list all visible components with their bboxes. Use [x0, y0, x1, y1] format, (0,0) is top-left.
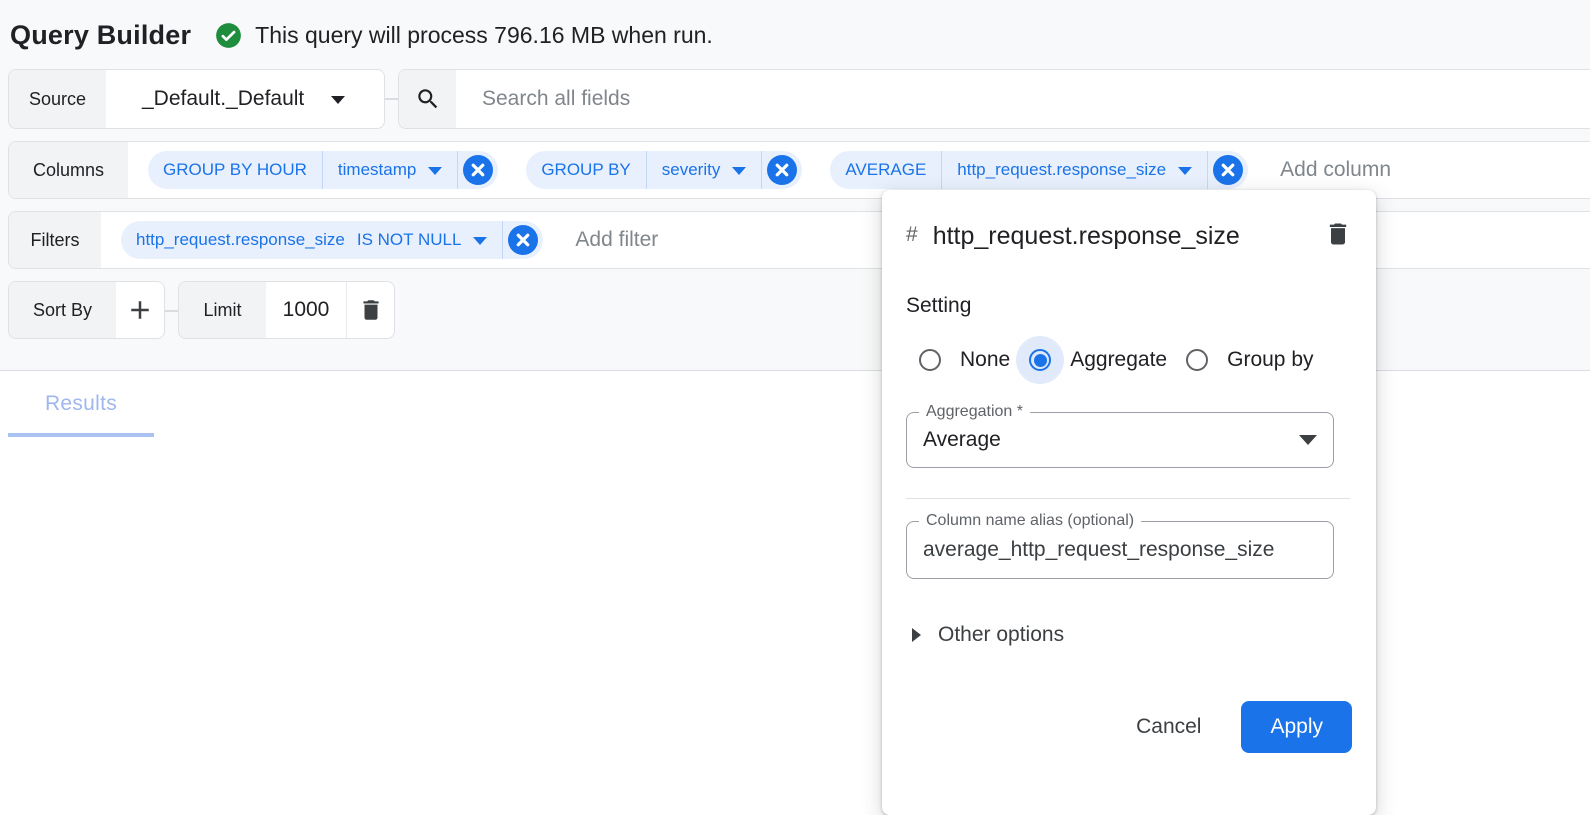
radio-halo	[1016, 336, 1064, 384]
limit-row: Limit 1000	[178, 281, 395, 339]
radio-label: None	[960, 348, 1010, 372]
chip-prefix: GROUP BY	[541, 160, 630, 180]
results-tab-label: Results	[45, 392, 117, 416]
search-input[interactable]	[456, 70, 1590, 128]
chip-separator	[1207, 151, 1208, 189]
query-status-message: This query will process 796.16 MB when r…	[255, 22, 713, 49]
row-connector	[165, 310, 178, 312]
chip-separator	[502, 221, 503, 259]
source-label: Source	[9, 70, 106, 128]
radio-aggregate[interactable]: Aggregate	[1016, 336, 1173, 384]
chevron-down-icon	[732, 167, 746, 175]
chip-field: http_request.response_size	[136, 230, 345, 250]
check-circle-icon	[215, 22, 242, 49]
radio-selected-dot	[1034, 354, 1047, 367]
chip-aggregation-segment[interactable]: GROUP BY	[526, 151, 645, 189]
filters-chip-area: http_request.response_size IS NOT NULL A…	[101, 212, 658, 268]
chip-prefix: AVERAGE	[845, 160, 926, 180]
expand-right-icon	[912, 628, 921, 642]
chip-field-segment[interactable]: severity	[647, 151, 762, 189]
chevron-down-icon	[1178, 167, 1192, 175]
apply-button[interactable]: Apply	[1241, 701, 1352, 753]
chevron-down-icon	[428, 167, 442, 175]
columns-label: Columns	[9, 142, 128, 198]
source-row: Source _Default._Default	[8, 69, 385, 129]
column-chip-response-size: AVERAGE http_request.response_size	[830, 151, 1248, 189]
radio-halo	[906, 336, 954, 384]
source-dropdown[interactable]: _Default._Default	[106, 70, 345, 128]
chip-field-segment[interactable]: timestamp	[323, 151, 457, 189]
radio-label: Aggregate	[1070, 348, 1167, 372]
filters-label: Filters	[9, 212, 101, 268]
limit-label: Limit	[179, 282, 266, 338]
chip-field: http_request.response_size	[957, 160, 1166, 180]
dropdown-arrow-icon	[1299, 435, 1317, 445]
aggregation-select[interactable]: Aggregation * Average	[906, 412, 1334, 468]
radio-halo	[1173, 336, 1221, 384]
chip-separator	[457, 151, 458, 189]
chip-prefix: GROUP BY HOUR	[163, 160, 307, 180]
sort-by-row: Sort By	[8, 281, 165, 339]
chip-field: severity	[662, 160, 721, 180]
column-chip-timestamp: GROUP BY HOUR timestamp	[148, 151, 498, 189]
plus-icon	[125, 295, 155, 325]
cancel-button[interactable]: Cancel	[1118, 703, 1219, 751]
other-options-toggle[interactable]: Other options	[906, 623, 1352, 647]
filter-chip-response-size: http_request.response_size IS NOT NULL	[121, 221, 543, 259]
add-sort-button[interactable]	[116, 282, 164, 338]
column-settings-popup: # http_request.response_size Setting Non…	[882, 190, 1376, 815]
numeric-type-icon: #	[906, 223, 918, 247]
limit-value[interactable]: 1000	[266, 282, 346, 338]
delete-limit-button[interactable]	[347, 282, 394, 338]
column-alias-field: Column name alias (optional)	[906, 521, 1334, 579]
sort-by-label: Sort By	[9, 282, 116, 338]
page-header: Query Builder This query will process 79…	[10, 20, 713, 51]
chip-field-segment[interactable]: http_request.response_size	[942, 151, 1207, 189]
chip-aggregation-segment[interactable]: AVERAGE	[830, 151, 941, 189]
chip-operator: IS NOT NULL	[357, 230, 462, 250]
setting-radio-group: None Aggregate Group by	[906, 336, 1352, 384]
source-dropdown-value: _Default._Default	[142, 87, 304, 111]
popup-divider	[906, 498, 1350, 499]
search-bar	[398, 69, 1590, 129]
search-icon-cell	[399, 70, 456, 128]
radio-group-by[interactable]: Group by	[1173, 336, 1319, 384]
active-tab-indicator	[8, 433, 154, 437]
alias-field-label: Column name alias (optional)	[919, 512, 1141, 530]
column-chip-severity: GROUP BY severity	[526, 151, 802, 189]
chip-filter-segment[interactable]: http_request.response_size IS NOT NULL	[121, 221, 502, 259]
radio-circle	[1186, 349, 1208, 371]
row-connector	[385, 98, 398, 100]
search-icon	[415, 86, 441, 112]
setting-heading: Setting	[906, 294, 1352, 318]
add-filter-input[interactable]: Add filter	[575, 228, 658, 252]
chip-separator	[761, 151, 762, 189]
chip-aggregation-segment[interactable]: GROUP BY HOUR	[148, 151, 322, 189]
radio-circle	[1029, 349, 1051, 371]
remove-chip-button[interactable]	[463, 155, 493, 185]
delete-column-button[interactable]	[1324, 220, 1352, 248]
aggregation-field-label: Aggregation *	[919, 403, 1030, 421]
popup-title: http_request.response_size	[933, 216, 1293, 256]
remove-chip-button[interactable]	[508, 225, 538, 255]
remove-chip-button[interactable]	[767, 155, 797, 185]
alias-input[interactable]	[923, 538, 1317, 562]
aggregation-value: Average	[923, 428, 1001, 452]
other-options-label: Other options	[938, 623, 1064, 647]
add-column-input[interactable]: Add column	[1280, 158, 1391, 182]
radio-none[interactable]: None	[906, 336, 1016, 384]
radio-label: Group by	[1227, 348, 1313, 372]
radio-circle	[919, 349, 941, 371]
trash-icon	[358, 297, 384, 323]
chip-field: timestamp	[338, 160, 416, 180]
popup-footer: Cancel Apply	[906, 701, 1352, 753]
chevron-down-icon	[331, 96, 345, 104]
tab-results[interactable]: Results	[8, 371, 154, 437]
chevron-down-icon	[473, 237, 487, 245]
page-title: Query Builder	[10, 20, 191, 51]
popup-header: # http_request.response_size	[906, 216, 1352, 256]
remove-chip-button[interactable]	[1213, 155, 1243, 185]
